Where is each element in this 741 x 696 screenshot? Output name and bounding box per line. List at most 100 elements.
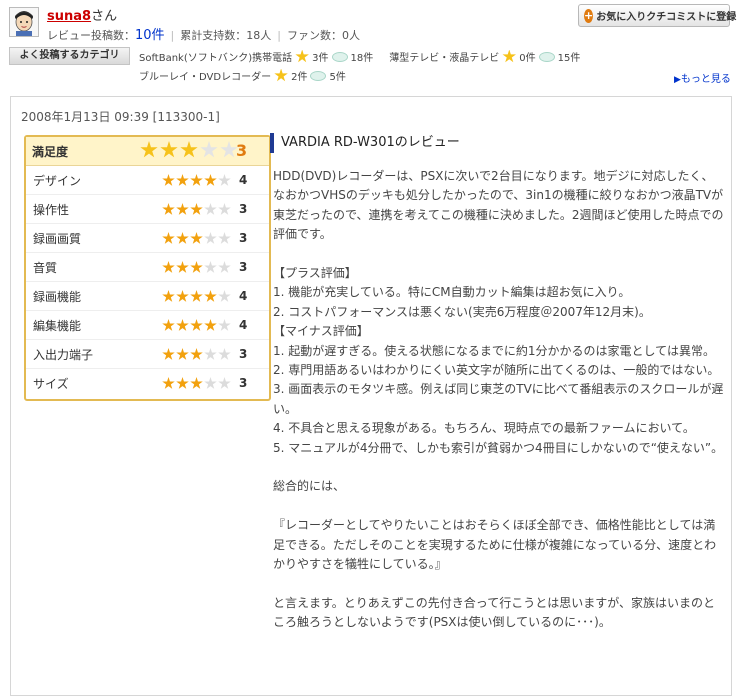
- more-link-label: もっと見る: [680, 74, 731, 85]
- star-filled-icon: [190, 174, 203, 186]
- rating-row: サイズ 3: [26, 369, 269, 398]
- arrow-right-icon: ▶: [674, 75, 681, 85]
- review-paragraph: 3. 画面表示のモタツキ感。例えば同じ東芝のTVに比べて番組表示のスクロールが遅…: [273, 382, 724, 416]
- user-name-link[interactable]: suna8: [47, 9, 91, 24]
- review-paragraph: 『レコーダーとしてやりたいことはおそらくほぼ全部でき、価格性能比としては満足でき…: [273, 518, 717, 572]
- star-filled-icon: [162, 203, 175, 215]
- star-empty-icon: [204, 232, 217, 244]
- support-label: 累計支持数：: [180, 29, 247, 42]
- star-filled-icon: [162, 348, 175, 360]
- user-name-line: suna8さん: [47, 5, 117, 24]
- rating-row: デザイン 4: [26, 166, 269, 195]
- support-count: 18人: [246, 29, 272, 42]
- rating-score: 4: [239, 289, 248, 303]
- review-paragraph: 総合的には、: [273, 479, 346, 494]
- category-comment-count: 15件: [557, 53, 581, 64]
- review-count-link[interactable]: 10件: [135, 28, 165, 43]
- star-filled-icon: [190, 319, 203, 331]
- add-favorite-button[interactable]: + お気に入りクチコミストに登録: [578, 4, 736, 27]
- comment-bubble-icon: [331, 51, 348, 62]
- rating-label: 入出力端子: [33, 347, 94, 362]
- star-filled-icon: [162, 319, 175, 331]
- category-link[interactable]: 薄型テレビ・液晶テレビ: [389, 49, 499, 64]
- category-link[interactable]: SoftBank(ソフトバンク)携帯電話: [139, 49, 292, 64]
- overall-rating-row: 満足度 3: [26, 137, 269, 166]
- star-empty-icon: [204, 377, 217, 389]
- star-filled-icon: [160, 141, 178, 158]
- more-categories-link[interactable]: ▶もっと見る: [674, 70, 731, 85]
- star-filled-icon: [190, 203, 203, 215]
- review-count-label: レビュー投稿数：: [47, 29, 135, 42]
- divider: |: [277, 29, 281, 42]
- rating-score: 3: [239, 202, 248, 216]
- star-filled-icon: [140, 141, 158, 158]
- category-comment-count: 5件: [329, 72, 346, 83]
- rating-row: 録画機能 4: [26, 282, 269, 311]
- star-filled-icon: [162, 377, 175, 389]
- review-panel: 2008年1月13日 09:39 [113300-1] 満足度 3 デザイン 4 操…: [10, 96, 732, 696]
- rating-score: 4: [239, 318, 248, 332]
- rating-row: 音質 3: [26, 253, 269, 282]
- category-comment-count: 18件: [350, 53, 374, 64]
- rating-row: 録画画質 3: [26, 224, 269, 253]
- avatar-face-icon: [10, 8, 38, 36]
- rating-label: 録画画質: [33, 231, 82, 246]
- star-filled-icon: [204, 319, 217, 331]
- star-filled-icon: [176, 203, 189, 215]
- rating-row: 入出力端子 3: [26, 340, 269, 369]
- star-empty-icon: [218, 348, 231, 360]
- divider: |: [170, 29, 175, 42]
- rating-score: 3: [239, 260, 248, 274]
- review-paragraph: 4. 不具合と思える現象がある。もちろん、現時点での最新ファームにおいて。: [273, 421, 695, 436]
- star-filled-icon: [190, 232, 203, 244]
- plus-icon: +: [584, 8, 594, 23]
- rating-score: 3: [239, 347, 248, 361]
- review-paragraph: と言えます。とりあえずこの先付き合って行こうとは思いますが、家族はいまのところ触…: [273, 595, 715, 630]
- review-paragraph: 5. マニュアルが4分冊で、しかも索引が貧弱かつ4冊目にしかないので“使えない”…: [273, 440, 724, 455]
- user-stats: レビュー投稿数：10件 | 累計支持数：18人 | ファン数：0人: [47, 24, 360, 43]
- review-date: 2008年1月13日 09:39 [113300-1]: [21, 110, 220, 124]
- star-filled-icon: [204, 290, 217, 302]
- category-star-count: 0件: [519, 53, 536, 64]
- review-paragraph: 【マイナス評価】: [273, 324, 369, 339]
- star-empty-icon: [218, 232, 231, 244]
- fans-count: 0人: [341, 29, 360, 42]
- star-filled-icon: [176, 232, 189, 244]
- add-favorite-label: お気に入りクチコミストに登録: [596, 12, 737, 23]
- rating-label: 音質: [33, 260, 58, 275]
- overall-rating-label: 満足度: [32, 144, 69, 159]
- user-avatar[interactable]: [9, 7, 39, 37]
- star-filled-icon: [176, 348, 189, 360]
- star-empty-icon: [200, 141, 218, 158]
- review-title: VARDIA RD-W301のレビュー: [270, 133, 460, 153]
- user-name-suffix: さん: [91, 9, 118, 24]
- rating-stars: [162, 319, 231, 332]
- star-empty-icon: [204, 348, 217, 360]
- star-filled-icon: [162, 174, 175, 186]
- category-row-2: ブルーレイ・DVDレコーダー 2件 5件: [139, 68, 346, 83]
- star-filled-icon: [162, 290, 175, 302]
- star-filled-icon: [204, 174, 217, 186]
- rating-stars: [162, 348, 231, 361]
- rating-score: 3: [239, 376, 248, 390]
- rating-stars: [162, 377, 231, 390]
- rating-rows: デザイン 4 操作性 3 録画画質 3 音質 3 録画機能 4 編集機能 4 入出力端子 3 サイズ 3: [26, 166, 269, 398]
- star-filled-icon: [176, 319, 189, 331]
- rating-label: 録画機能: [33, 289, 82, 304]
- star-filled-icon: [180, 141, 198, 158]
- review-paragraph: 1. 起動が遅すぎる。使える状態になるまでに約1分かかるのは家電としては異常。: [273, 343, 715, 358]
- rating-row: 編集機能 4: [26, 311, 269, 340]
- overall-stars: [140, 141, 238, 159]
- star-empty-icon: [204, 261, 217, 273]
- fans-label: ファン数：: [286, 29, 342, 42]
- star-icon: [295, 49, 309, 63]
- rating-label: 操作性: [33, 202, 70, 217]
- category-star-count: 3件: [312, 53, 329, 64]
- category-link[interactable]: ブルーレイ・DVDレコーダー: [139, 68, 271, 83]
- review-paragraph: HDD(DVD)レコーダーは、PSXに次いで2台目になります。地デジに対応したく…: [273, 169, 724, 242]
- star-filled-icon: [190, 377, 203, 389]
- rating-score: 3: [239, 231, 248, 245]
